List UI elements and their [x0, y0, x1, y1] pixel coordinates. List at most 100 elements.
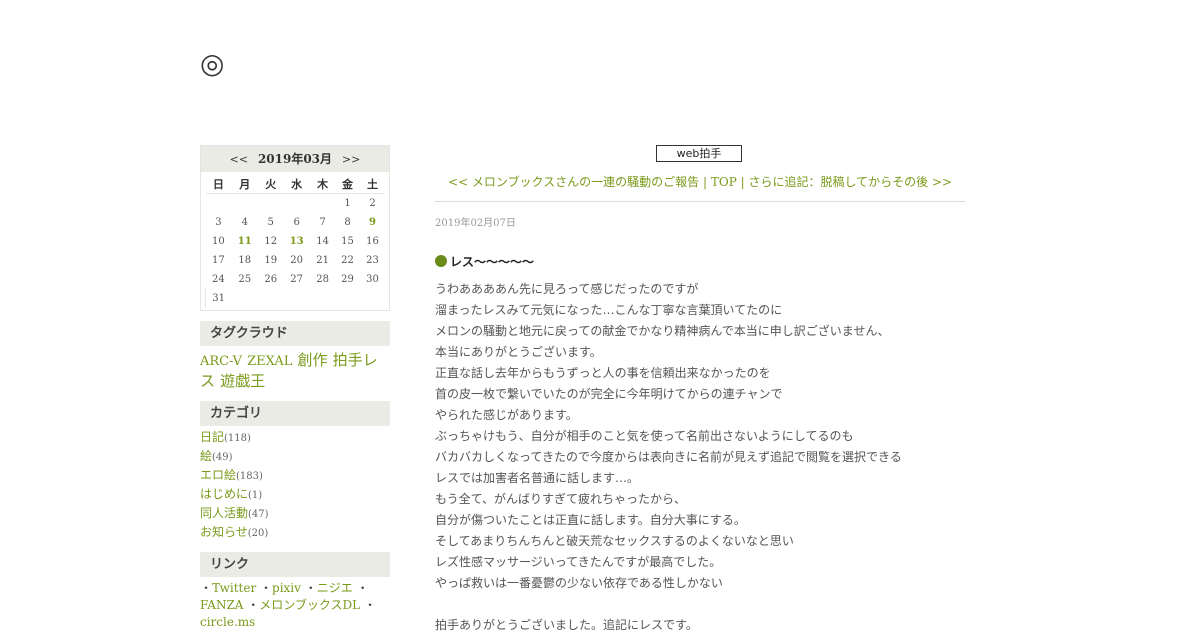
calendar-day: 21	[316, 255, 329, 266]
category-link[interactable]: 日記	[200, 430, 224, 444]
calendar-day: 20	[290, 255, 304, 266]
entry-line: 自分が傷ついたことは正直に話します。自分大事にする。	[435, 513, 746, 527]
entry-line: 本当にありがとうございます。	[435, 345, 602, 359]
calendar-day: 1	[344, 198, 351, 209]
category-count: (183)	[236, 471, 263, 482]
external-link[interactable]: pixiv	[272, 581, 301, 595]
tagcloud: ARC-V ZEXAL 創作 拍手レス 遊戯王	[200, 350, 390, 391]
calendar-weekday: 水	[283, 174, 311, 194]
entry-line: ぶっちゃけもう、自分が相手のこと気を使って名前出さないようにしてるのも	[435, 429, 854, 443]
calendar-day: 15	[341, 236, 354, 247]
calendar-day[interactable]: 13	[283, 232, 310, 251]
calendar-weekday: 日	[205, 174, 232, 194]
entry-line: 拍手ありがとうございました。追記にレスです。	[435, 618, 698, 632]
calendar-empty	[206, 194, 232, 214]
category-item: はじめに(1)	[200, 485, 390, 504]
tagcloud-heading: タグクラウド	[200, 321, 390, 346]
calendar-day: 30	[366, 274, 379, 285]
external-link[interactable]: Twitter	[212, 581, 256, 595]
pager-separator: |	[740, 175, 745, 189]
category-count: (47)	[248, 509, 269, 520]
calendar-day[interactable]: 9	[360, 213, 385, 232]
calendar-day: 23	[366, 255, 379, 266]
calendar-day: 27	[290, 274, 304, 285]
external-link[interactable]: メロンブックスDL	[259, 598, 360, 612]
category-list: 日記(118) 絵(49) エロ絵(183) はじめに(1) 同人活動(47) お知らせ(…	[200, 428, 390, 542]
external-link[interactable]: ニジエ	[317, 581, 353, 595]
entry-line: もう全て、がんばりすぎて疲れちゃったから、	[435, 492, 687, 506]
category-count: (49)	[212, 452, 233, 463]
entry-line: バカバカしくなってきたので今度からは表向きに名前が見えず追記で閲覧を選択できる	[435, 450, 902, 464]
calendar-day: 16	[366, 236, 379, 247]
tag-link[interactable]: ARC-V	[200, 354, 242, 369]
calendar-empty	[258, 194, 283, 214]
site-title[interactable]: ◎	[200, 48, 224, 80]
calendar-day: 29	[341, 274, 354, 285]
calendar-day: 19	[264, 255, 278, 266]
entry-title-text: レス～～～～～	[450, 255, 535, 269]
calendar-day: 17	[212, 255, 225, 266]
category-link[interactable]: 同人活動	[200, 506, 248, 520]
category-item: エロ絵(183)	[200, 466, 390, 485]
calendar-day: 18	[238, 255, 252, 266]
top-link[interactable]: TOP	[711, 175, 737, 189]
calendar-weekday: 土	[360, 174, 385, 194]
calendar-empty	[231, 194, 258, 214]
calendar-weekday: 月	[231, 174, 259, 194]
entry-line: 首の皮一枚で繋いでいたのが完全に今年明けてからの連チャンで	[435, 387, 783, 401]
calendar-empty	[310, 194, 335, 214]
calendar-day: 3	[215, 217, 222, 228]
calendar-weekday: 金	[335, 174, 360, 194]
entry-pager: << メロンブックスさんの一連の騒動のご報告 | TOP | さらに追記：脱稿し…	[435, 173, 965, 190]
calendar-empty	[360, 289, 385, 308]
calendar-day: 22	[341, 255, 354, 266]
links-heading: リンク	[200, 552, 390, 577]
calendar-day: 8	[344, 217, 351, 228]
category-item: 日記(118)	[200, 428, 390, 447]
calendar-day: 4	[241, 217, 248, 228]
calendar-empty	[231, 289, 258, 308]
calendar-empty	[335, 289, 360, 308]
categories-heading: カテゴリ	[200, 401, 390, 426]
entry-line: やられた感じがあります。	[435, 408, 578, 422]
calendar-weekday: 火	[258, 174, 284, 194]
calendar-month: 2019年03月	[257, 152, 333, 166]
category-link[interactable]: お知らせ	[200, 525, 248, 539]
category-count: (1)	[248, 490, 263, 501]
external-link[interactable]: FANZA	[200, 598, 243, 612]
web-clap-button[interactable]: web拍手	[656, 145, 742, 162]
tag-link[interactable]: 創作	[298, 351, 328, 369]
sidebar: << 2019年03月 >> 日月火水木金土 1 2 3 4 5 6 7 8 9 10 11 12 13…	[200, 145, 390, 631]
calendar-day: 31	[205, 289, 232, 308]
entry-line: うわああああん先に見ろって感じだったのですが	[435, 282, 699, 296]
bullet-icon	[435, 255, 447, 267]
calendar-empty	[310, 289, 335, 308]
calendar-day: 2	[369, 198, 376, 209]
entry-body: うわああああん先に見ろって感じだったのですが 溜まったレスみて元気になった…こんな…	[435, 279, 965, 636]
category-link[interactable]: エロ絵	[200, 468, 236, 482]
calendar-day: 10	[212, 236, 225, 247]
calendar: << 2019年03月 >> 日月火水木金土 1 2 3 4 5 6 7 8 9 10 11 12 13…	[200, 145, 390, 311]
category-link[interactable]: はじめに	[200, 487, 248, 501]
calendar-next-link[interactable]: >>	[342, 153, 360, 166]
tag-link[interactable]: ZEXAL	[247, 354, 292, 369]
calendar-day: 12	[264, 236, 278, 247]
divider	[435, 201, 965, 202]
entry-date: 2019年02月07日	[435, 218, 516, 229]
category-count: (20)	[247, 528, 269, 539]
entry-line: レスでは加害者名普通に話します…。	[435, 471, 640, 485]
calendar-prev-link[interactable]: <<	[230, 153, 248, 166]
next-entry-link[interactable]: さらに追記：脱稿してからその後 >>	[748, 175, 952, 189]
calendar-day[interactable]: 11	[231, 232, 258, 251]
calendar-day: 25	[238, 274, 252, 285]
external-link[interactable]: circle.ms	[200, 615, 255, 629]
category-link[interactable]: 絵	[200, 449, 212, 463]
calendar-empty	[283, 289, 310, 308]
prev-entry-link[interactable]: << メロンブックスさんの一連の騒動のご報告	[448, 175, 699, 189]
calendar-day: 5	[267, 217, 274, 228]
calendar-day: 26	[264, 274, 278, 285]
tag-link[interactable]: 遊戯王	[220, 372, 265, 390]
calendar-day: 7	[319, 217, 326, 228]
calendar-grid: 日月火水木金土 1 2 3 4 5 6 7 8 9 10 11 12 13 14 15 16 17 18 19 20 2…	[205, 174, 385, 308]
